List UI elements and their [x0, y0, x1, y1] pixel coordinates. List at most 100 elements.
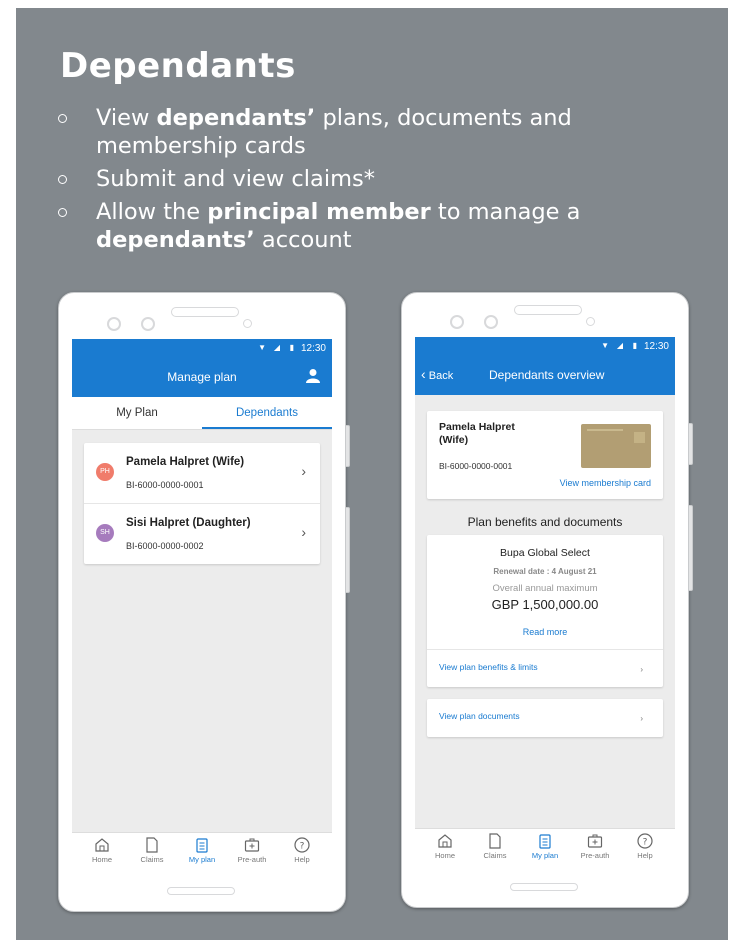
- nav-my-plan[interactable]: My plan: [177, 837, 227, 864]
- bullet-circle-icon: [58, 208, 67, 217]
- member-card: Pamela Halpret (Wife) BI-6000-0000-0001 …: [427, 411, 663, 499]
- plan-name: Bupa Global Select: [500, 547, 590, 559]
- back-label: Back: [428, 370, 454, 382]
- chevron-right-icon: ›: [301, 524, 306, 540]
- bullet-text: Allow the: [96, 199, 208, 225]
- nav-label: Claims: [140, 855, 164, 864]
- nav-help[interactable]: ? Help: [620, 833, 670, 860]
- view-plan-benefits-link[interactable]: View plan benefits & limits: [439, 662, 538, 672]
- status-bar: ▼ ◢ ▮ 12:30: [72, 339, 332, 357]
- home-bar: [510, 883, 578, 891]
- bottom-nav: Home Claims My plan Pre-auth ? Help: [72, 832, 332, 873]
- speaker-grille: [171, 307, 239, 317]
- membership-card-image[interactable]: [581, 424, 651, 468]
- chevron-left-icon: ‹: [421, 366, 426, 382]
- clipboard-icon: [539, 834, 551, 849]
- chevron-right-icon: ›: [640, 665, 643, 674]
- nav-label: My plan: [188, 855, 216, 864]
- nav-claims[interactable]: Claims: [127, 837, 177, 864]
- back-button[interactable]: ‹ Back: [421, 366, 453, 382]
- divider: [427, 649, 663, 650]
- dependant-row-sisi[interactable]: SH Sisi Halpret (Daughter) BI-6000-0000-…: [84, 503, 320, 564]
- profile-icon[interactable]: [306, 368, 320, 384]
- nav-label: Help: [294, 855, 310, 864]
- medical-kit-icon: [587, 834, 603, 848]
- phone-manage-plan: ▼ ◢ ▮ 12:30 Manage plan My Plan Dependan…: [58, 292, 350, 912]
- membership-number: BI-6000-0000-0001: [126, 480, 204, 490]
- tab-dependants[interactable]: Dependants: [202, 397, 332, 429]
- plan-documents-row[interactable]: View plan documents ›: [427, 699, 663, 737]
- help-icon: ?: [294, 837, 310, 853]
- front-sensor-icon: [243, 319, 252, 328]
- dependant-name: Sisi Halpret (Daughter): [126, 517, 251, 529]
- nav-label: Claims: [483, 851, 507, 860]
- overall-maximum-amount: GBP 1,500,000.00: [491, 597, 599, 612]
- dependant-name: Pamela Halpret (Wife): [126, 456, 245, 468]
- screen-title: Manage plan: [167, 370, 237, 384]
- home-icon: [95, 838, 109, 852]
- feature-item-view: View dependants’ plans, documents and me…: [56, 104, 696, 160]
- phone-dependants-overview: ▼ ◢ ▮ 12:30 ‹ Back Dependants overview P…: [401, 292, 693, 908]
- nav-label: Home: [91, 855, 112, 864]
- camera-icon: [484, 315, 498, 329]
- bullet-text: View: [96, 105, 157, 131]
- avatar: SH: [96, 524, 114, 542]
- nav-label: My plan: [531, 851, 559, 860]
- bullet-bold-text: dependants’: [96, 227, 255, 253]
- svg-text:?: ?: [300, 842, 305, 852]
- nav-claims[interactable]: Claims: [470, 833, 520, 860]
- screen: ▼ ◢ ▮ 12:30 Manage plan My Plan Dependan…: [72, 339, 332, 873]
- view-membership-card-link[interactable]: View membership card: [560, 478, 651, 488]
- wifi-icon: ▼: [258, 343, 266, 352]
- slide-title: Dependants: [60, 46, 296, 86]
- volume-button: [689, 423, 693, 465]
- battery-icon: ▮: [632, 341, 637, 350]
- home-icon: [438, 834, 452, 848]
- battery-icon: ▮: [289, 343, 294, 352]
- document-icon: [489, 833, 501, 849]
- bullet-bold-text: principal member: [207, 199, 431, 225]
- card-chip-icon: [634, 432, 645, 443]
- overall-maximum-label: Overall annual maximum: [492, 583, 598, 594]
- nav-home[interactable]: Home: [420, 833, 470, 860]
- dependant-row-pamela[interactable]: PH Pamela Halpret (Wife) BI-6000-0000-00…: [84, 443, 320, 503]
- power-button: [346, 507, 350, 593]
- feature-item-manage: Allow the principal member to manage a d…: [56, 198, 696, 254]
- tab-my-plan[interactable]: My Plan: [72, 397, 202, 429]
- plan-tabs: My Plan Dependants: [72, 397, 332, 430]
- feature-item-claims: Submit and view claims*: [56, 165, 696, 193]
- read-more-link[interactable]: Read more: [427, 627, 663, 637]
- medical-kit-icon: [244, 838, 260, 852]
- renewal-date: Renewal date : 4 August 21: [493, 567, 597, 576]
- bullet-text: account: [254, 227, 352, 253]
- nav-help[interactable]: ? Help: [277, 837, 327, 864]
- avatar: PH: [96, 463, 114, 481]
- signal-icon: ◢: [616, 341, 623, 350]
- member-relation: (Wife): [439, 434, 469, 446]
- nav-pre-auth[interactable]: Pre-auth: [570, 833, 620, 860]
- sensor-icon: [450, 315, 464, 329]
- volume-button: [346, 425, 350, 467]
- nav-pre-auth[interactable]: Pre-auth: [227, 837, 277, 864]
- bullet-bold-text: dependants’: [156, 105, 316, 131]
- bullet-text: to manage a: [430, 199, 581, 225]
- view-plan-documents-link[interactable]: View plan documents: [439, 711, 520, 721]
- camera-icon: [141, 317, 155, 331]
- bullet-text: Submit and view claims*: [96, 166, 375, 192]
- svg-text:?: ?: [643, 838, 648, 848]
- chevron-right-icon: ›: [640, 714, 643, 723]
- nav-label: Help: [637, 851, 653, 860]
- screen-title: Dependants overview: [489, 368, 605, 382]
- bullet-circle-icon: [58, 114, 67, 123]
- app-bar: ‹ Back Dependants overview: [415, 355, 675, 395]
- signal-icon: ◢: [273, 343, 280, 352]
- nav-home[interactable]: Home: [77, 837, 127, 864]
- status-time: 12:30: [300, 343, 326, 354]
- document-icon: [146, 837, 158, 853]
- front-sensor-icon: [586, 317, 595, 326]
- speaker-grille: [514, 305, 582, 315]
- status-bar: ▼ ◢ ▮ 12:30: [415, 337, 675, 355]
- nav-my-plan[interactable]: My plan: [520, 833, 570, 860]
- membership-number: BI-6000-0000-0001: [439, 461, 513, 471]
- membership-number: BI-6000-0000-0002: [126, 541, 204, 551]
